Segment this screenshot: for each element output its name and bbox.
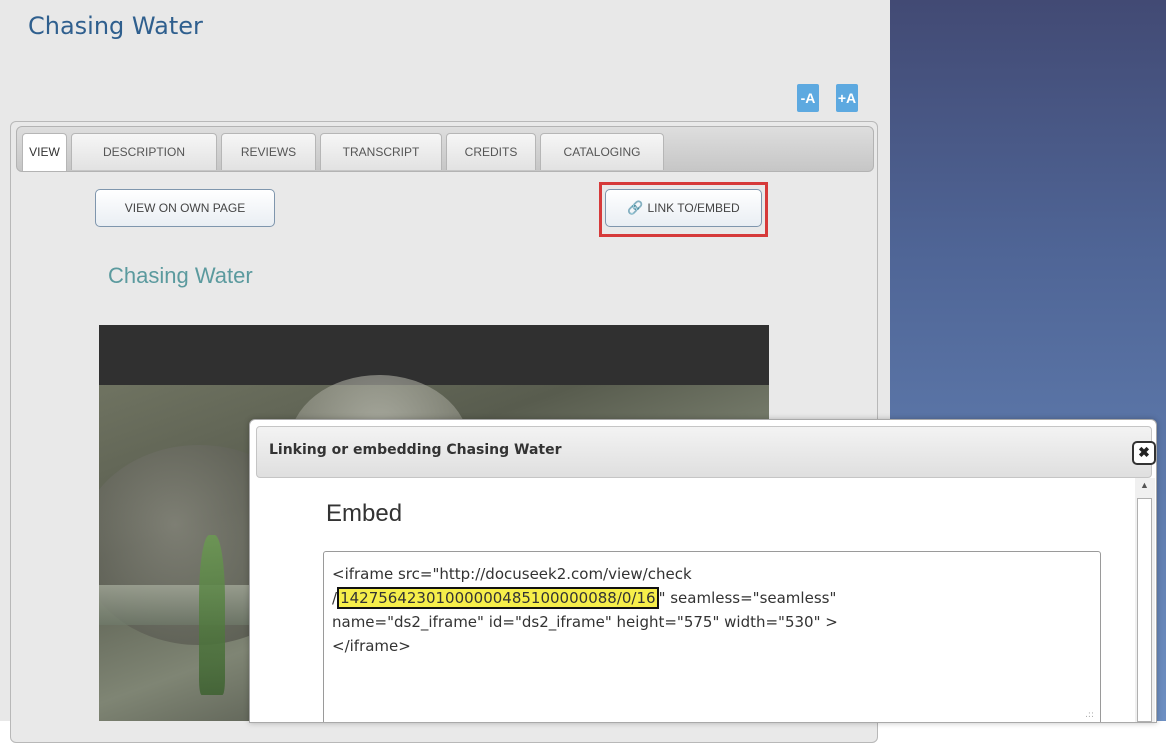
resize-grip-icon[interactable]: .:: [1085, 703, 1094, 722]
decrease-font-button[interactable]: -A [797, 84, 819, 112]
embed-code-textarea[interactable]: <iframe src="http://docuseek2.com/view/c… [323, 551, 1101, 722]
embed-code-line-3: name="ds2_iframe" id="ds2_iframe" height… [332, 613, 838, 631]
video-title: Chasing Water [108, 263, 253, 288]
tab-description[interactable]: DESCRIPTION [71, 133, 217, 170]
scroll-up-arrow-icon[interactable]: ▲ [1140, 480, 1149, 490]
embed-code-line-4: </iframe> [332, 637, 411, 655]
embed-code-line-2: /14275642301000000485100000088/0/16 " sea… [332, 586, 1092, 610]
embed-code-id-highlight: 14275642301000000485100000088/0/16 [337, 587, 659, 609]
link-icon: 🔗 [627, 200, 644, 215]
link-embed-button[interactable]: 🔗 LINK TO/EMBED [605, 189, 762, 227]
dialog-title: Linking or embedding Chasing Water [269, 442, 562, 458]
tab-transcript[interactable]: TRANSCRIPT [320, 133, 442, 170]
scroll-thumb[interactable] [1137, 498, 1152, 722]
tab-reviews[interactable]: REVIEWS [221, 133, 316, 170]
embed-dialog: Linking or embedding Chasing Water ✖ ▲ E… [249, 419, 1157, 723]
view-on-own-page-button[interactable]: VIEW ON OWN PAGE [95, 189, 275, 227]
tab-credits[interactable]: CREDITS [446, 133, 536, 170]
tab-cataloging[interactable]: CATALOGING [540, 133, 664, 170]
video-plant-shape [199, 535, 225, 695]
page-title: Chasing Water [28, 12, 203, 40]
dialog-header: Linking or embedding Chasing Water ✖ [256, 426, 1156, 478]
embed-code-line-2-suffix: " seamless="seamless" [658, 589, 837, 607]
link-embed-label: LINK TO/EMBED [647, 201, 740, 215]
close-dialog-button[interactable]: ✖ [1132, 441, 1156, 465]
dialog-scrollbar[interactable]: ▲ [1135, 478, 1155, 722]
increase-font-button[interactable]: +A [836, 84, 858, 112]
embed-code-line-1: <iframe src="http://docuseek2.com/view/c… [332, 565, 692, 583]
tab-view[interactable]: VIEW [22, 133, 67, 171]
embed-heading: Embed [326, 500, 403, 527]
